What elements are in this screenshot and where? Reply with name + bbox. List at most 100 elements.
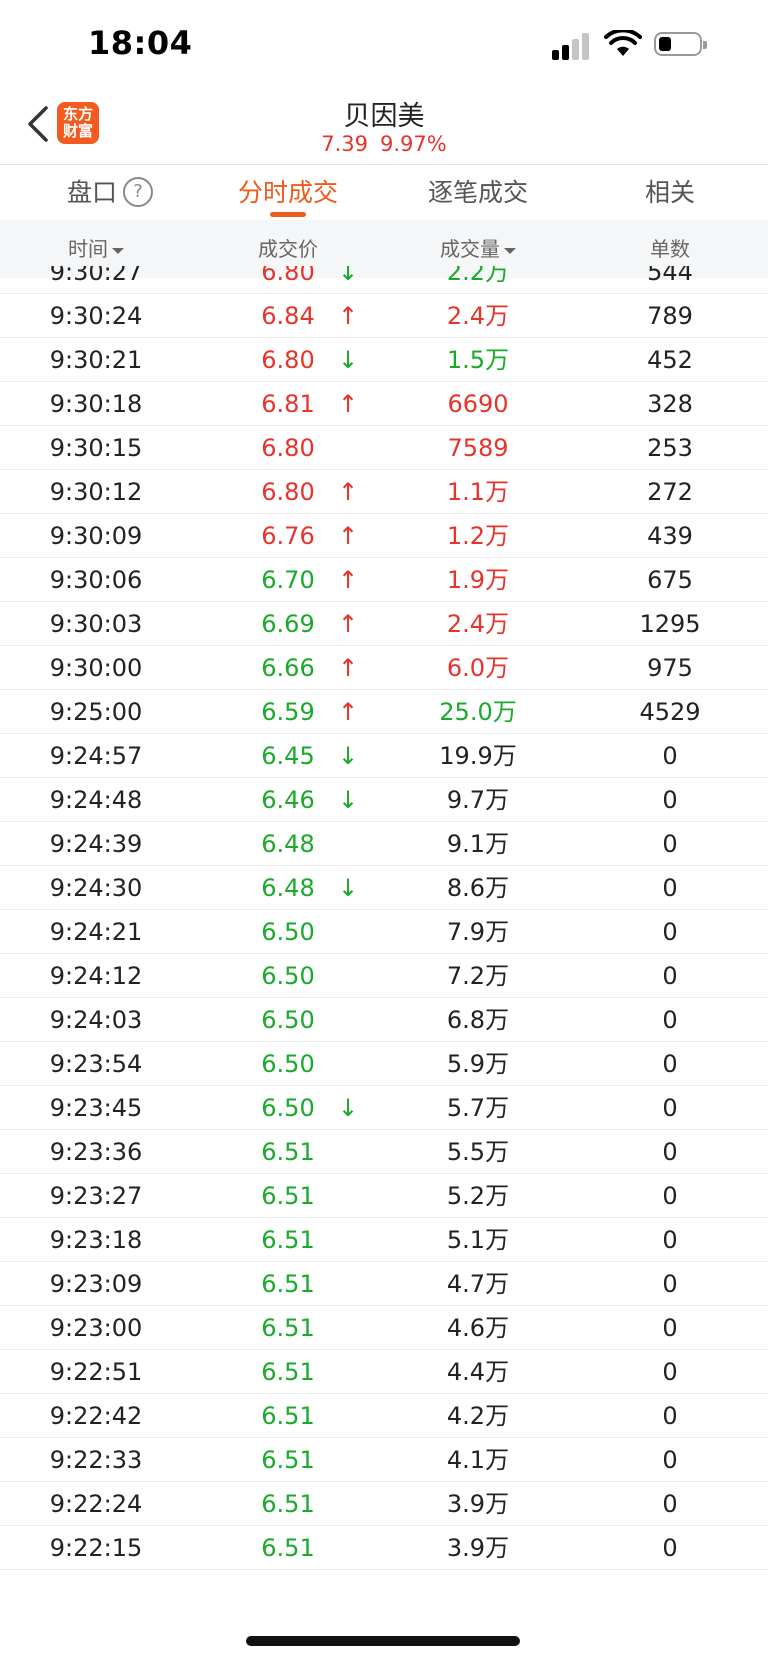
home-indicator[interactable] — [246, 1636, 520, 1646]
trade-time: 9:22:51 — [49, 1358, 143, 1386]
trade-volume: 3.9万 — [446, 1490, 510, 1518]
table-row[interactable]: 9:30:09 6.76 ↑ 1.2万 439 — [0, 514, 768, 558]
tab-order-book[interactable]: 盘口? — [30, 165, 190, 221]
arrow-up-icon: ↑ — [337, 302, 359, 330]
arrow-down-icon: ↓ — [337, 786, 359, 814]
trade-count: 544 — [647, 266, 693, 286]
table-row[interactable]: 9:23:27 6.51 5.2万 0 — [0, 1174, 768, 1218]
table-row[interactable]: 9:30:15 6.80 7589 253 — [0, 426, 768, 470]
trade-volume: 9.7万 — [446, 786, 510, 814]
table-row[interactable]: 9:30:12 6.80 ↑ 1.1万 272 — [0, 470, 768, 514]
arrow-placeholder — [330, 1174, 366, 1218]
table-row[interactable]: 9:22:15 6.51 3.9万 0 — [0, 1526, 768, 1570]
trade-volume: 6.0万 — [446, 654, 510, 682]
table-row[interactable]: 9:24:39 6.48 9.1万 0 — [0, 822, 768, 866]
trade-count: 253 — [647, 434, 693, 462]
trade-time: 9:24:21 — [49, 918, 143, 946]
trade-time: 9:30:12 — [49, 478, 143, 506]
table-row[interactable]: 9:30:21 6.80 ↓ 1.5万 452 — [0, 338, 768, 382]
trade-volume: 25.0万 — [439, 698, 517, 726]
column-volume-label: 成交量 — [440, 237, 500, 261]
trade-count: 0 — [662, 918, 678, 946]
table-row[interactable]: 9:22:33 6.51 4.1万 0 — [0, 1438, 768, 1482]
arrow-placeholder — [330, 1350, 366, 1394]
tab-related[interactable]: 相关 — [590, 165, 750, 221]
table-row[interactable]: 9:23:54 6.50 5.9万 0 — [0, 1042, 768, 1086]
trade-time: 9:24:39 — [49, 830, 143, 858]
trade-count: 675 — [647, 566, 693, 594]
help-icon[interactable]: ? — [123, 177, 153, 207]
trade-time: 9:23:45 — [49, 1094, 143, 1122]
table-row[interactable]: 9:23:18 6.51 5.1万 0 — [0, 1218, 768, 1262]
table-row[interactable]: 9:24:03 6.50 6.8万 0 — [0, 998, 768, 1042]
tab-tick-trades[interactable]: 逐笔成交 — [398, 165, 558, 221]
trade-volume: 19.9万 — [439, 742, 517, 770]
tab-minute-trades[interactable]: 分时成交 — [208, 165, 368, 221]
arrow-placeholder — [330, 954, 366, 998]
trade-time: 9:30:09 — [49, 522, 143, 550]
table-row[interactable]: 9:22:42 6.51 4.2万 0 — [0, 1394, 768, 1438]
table-row[interactable]: 9:24:30 6.48 ↓ 8.6万 0 — [0, 866, 768, 910]
table-row[interactable]: 9:25:00 6.59 ↑ 25.0万 4529 — [0, 690, 768, 734]
trade-volume: 9.1万 — [446, 830, 510, 858]
trade-volume: 4.2万 — [446, 1402, 510, 1430]
table-row[interactable]: 9:23:00 6.51 4.6万 0 — [0, 1306, 768, 1350]
table-row[interactable]: 9:30:00 6.66 ↑ 6.0万 975 — [0, 646, 768, 690]
table-row[interactable]: 9:24:21 6.50 7.9万 0 — [0, 910, 768, 954]
arrow-down-icon: ↓ — [337, 1094, 359, 1122]
table-row[interactable]: 9:30:03 6.69 ↑ 2.4万 1295 — [0, 602, 768, 646]
trade-count: 0 — [662, 1138, 678, 1166]
trade-list[interactable]: 9:30:27 6.80 ↓ 2.2万 544 9:30:24 6.84 ↑ 2.4万 789 9:… — [0, 266, 768, 1662]
table-row[interactable]: 9:22:24 6.51 3.9万 0 — [0, 1482, 768, 1526]
trade-count: 0 — [662, 1490, 678, 1518]
arrow-up-icon: ↑ — [337, 610, 359, 638]
table-row[interactable]: 9:30:06 6.70 ↑ 1.9万 675 — [0, 558, 768, 602]
arrow-down-icon: ↓ — [337, 266, 359, 286]
trade-count: 0 — [662, 1402, 678, 1430]
tab-bar: 盘口? 分时成交 逐笔成交 相关 — [0, 164, 768, 221]
trade-count: 4529 — [639, 698, 701, 726]
arrow-placeholder — [330, 822, 366, 866]
trade-volume: 5.7万 — [446, 1094, 510, 1122]
arrow-up-icon: ↑ — [337, 698, 359, 726]
table-row[interactable]: 9:24:57 6.45 ↓ 19.9万 0 — [0, 734, 768, 778]
trade-volume: 2.4万 — [446, 610, 510, 638]
trade-time: 9:22:24 — [49, 1490, 143, 1518]
table-row[interactable]: 9:30:18 6.81 ↑ 6690 328 — [0, 382, 768, 426]
table-row[interactable]: 9:24:12 6.50 7.2万 0 — [0, 954, 768, 998]
trade-time: 9:23:09 — [49, 1270, 143, 1298]
trade-volume: 5.5万 — [446, 1138, 510, 1166]
sort-caret-icon — [504, 247, 516, 254]
trade-count: 0 — [662, 1182, 678, 1210]
table-row[interactable]: 9:22:51 6.51 4.4万 0 — [0, 1350, 768, 1394]
trade-count: 0 — [662, 1446, 678, 1474]
trade-time: 9:30:27 — [49, 266, 143, 286]
arrow-up-icon: ↑ — [337, 566, 359, 594]
trade-time: 9:22:15 — [49, 1534, 143, 1562]
table-row[interactable]: 9:30:27 6.80 ↓ 2.2万 544 — [0, 266, 768, 294]
battery-icon — [654, 32, 707, 56]
trade-count: 272 — [647, 478, 693, 506]
trade-count: 328 — [647, 390, 693, 418]
table-row[interactable]: 9:24:48 6.46 ↓ 9.7万 0 — [0, 778, 768, 822]
arrow-placeholder — [330, 998, 366, 1042]
table-row[interactable]: 9:23:36 6.51 5.5万 0 — [0, 1130, 768, 1174]
arrow-placeholder — [330, 1130, 366, 1174]
tab-order-book-label: 盘口 — [66, 178, 117, 207]
trade-count: 0 — [662, 830, 678, 858]
arrow-placeholder — [330, 1262, 366, 1306]
stock-quote: 7.39 9.97% — [0, 132, 768, 156]
wifi-icon — [604, 30, 642, 56]
cellular-signal-icon — [552, 30, 596, 60]
trade-volume: 5.1万 — [446, 1226, 510, 1254]
active-tab-indicator — [270, 212, 306, 217]
table-row[interactable]: 9:23:45 6.50 ↓ 5.7万 0 — [0, 1086, 768, 1130]
table-row[interactable]: 9:23:09 6.51 4.7万 0 — [0, 1262, 768, 1306]
arrow-placeholder — [330, 1394, 366, 1438]
trade-time: 9:24:03 — [49, 1006, 143, 1034]
table-row[interactable]: 9:30:24 6.84 ↑ 2.4万 789 — [0, 294, 768, 338]
trade-volume: 4.6万 — [446, 1314, 510, 1342]
trade-time: 9:24:12 — [49, 962, 143, 990]
trade-count: 0 — [662, 962, 678, 990]
trade-time: 9:23:18 — [49, 1226, 143, 1254]
